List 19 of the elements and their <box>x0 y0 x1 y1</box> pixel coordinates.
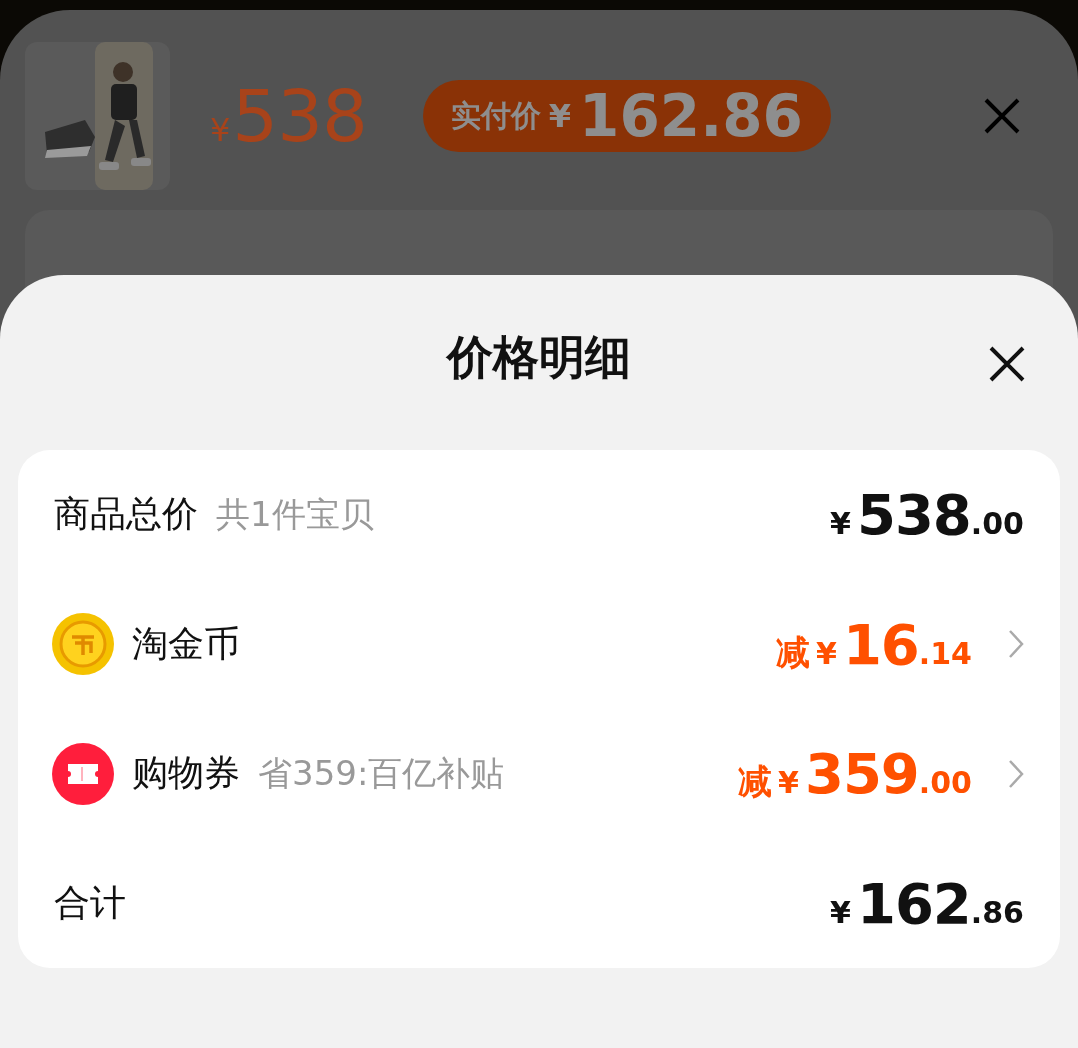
amount-text: ¥162.86 <box>830 870 1024 936</box>
chevron-right-icon[interactable] <box>1008 629 1024 660</box>
amount-text: 减 ¥359.00 <box>738 741 972 807</box>
close-icon <box>984 98 1020 134</box>
ticket-icon <box>52 742 114 805</box>
row-label: 购物券 <box>132 751 240 796</box>
amount-text: ¥538.00 <box>830 482 1024 548</box>
row-label: 商品总价 <box>54 492 198 537</box>
amount-text: 减 ¥16.14 <box>776 611 972 677</box>
row-note: 省359:百亿补贴 <box>258 751 505 795</box>
paid-price-badge: 实付价 ¥162.86 <box>422 80 831 152</box>
close-icon <box>989 346 1025 382</box>
sheet-title: 价格明细 <box>447 328 631 386</box>
row-label: 淘金币 <box>132 621 240 666</box>
price-text: ¥538 <box>210 74 367 158</box>
row-label: 合计 <box>54 880 126 925</box>
chevron-right-icon[interactable] <box>1008 758 1024 789</box>
coin-icon <box>52 613 114 676</box>
row-note: 共1件宝贝 <box>216 492 374 536</box>
